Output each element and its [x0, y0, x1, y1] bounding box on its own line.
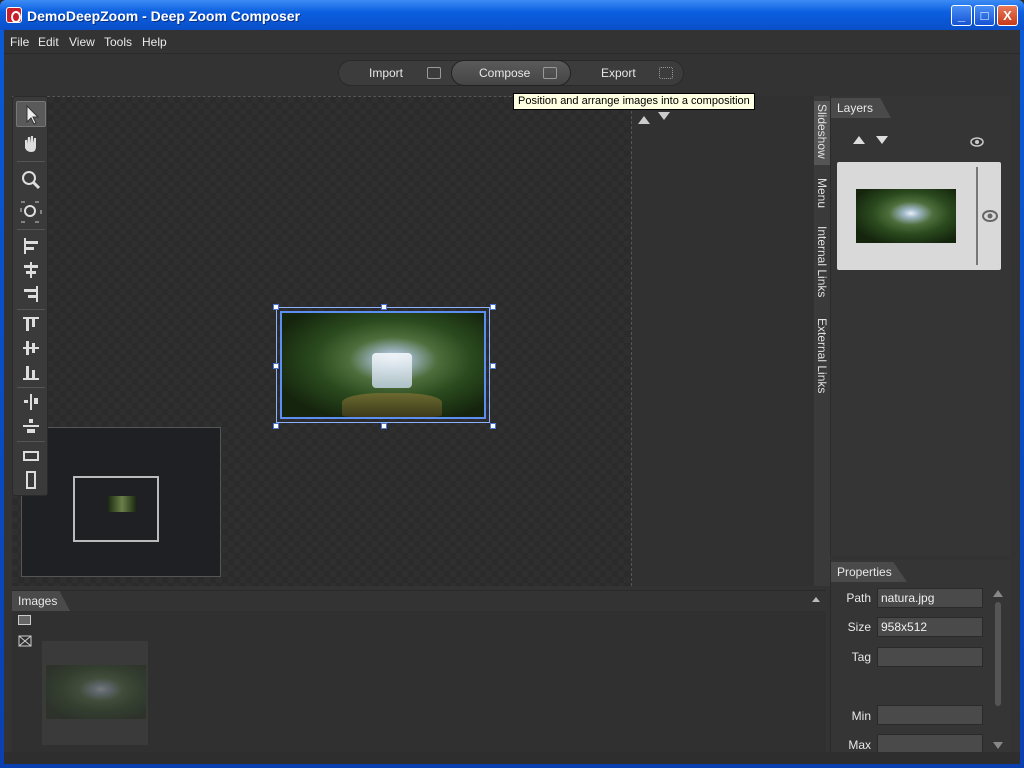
- align-bottom-icon[interactable]: [16, 359, 46, 385]
- size-label: Size: [847, 620, 871, 634]
- layer-up-icon[interactable]: [853, 136, 865, 144]
- resize-handle-n[interactable]: [381, 304, 387, 310]
- client-area: File Edit View Tools Help Import Compose…: [4, 30, 1020, 764]
- resize-handle-w[interactable]: [273, 363, 279, 369]
- app-logo-icon[interactable]: [6, 7, 22, 23]
- tab-internal-links[interactable]: Internal Links: [814, 226, 830, 297]
- size-field[interactable]: 958x512: [877, 617, 983, 637]
- add-image-icon[interactable]: [18, 615, 31, 625]
- layers-tab[interactable]: Layers: [831, 98, 891, 118]
- align-top-icon[interactable]: [16, 311, 46, 337]
- mode-import-button[interactable]: Import: [369, 61, 403, 85]
- max-label: Max: [848, 738, 871, 752]
- tag-field[interactable]: [877, 647, 983, 667]
- zoom-icon[interactable]: [16, 167, 46, 193]
- close-button[interactable]: X: [997, 5, 1018, 26]
- minimize-button[interactable]: _: [951, 5, 972, 26]
- resize-handle-s[interactable]: [381, 423, 387, 429]
- compose-tooltip: Position and arrange images into a compo…: [513, 93, 755, 110]
- images-list[interactable]: [12, 611, 826, 753]
- resize-handle-se[interactable]: [490, 423, 496, 429]
- distribute-horizontal-icon[interactable]: [16, 389, 46, 415]
- tab-slideshow[interactable]: Slideshow: [814, 104, 830, 159]
- navigator-viewport-frame[interactable]: [73, 476, 159, 542]
- layer-down-icon[interactable]: [876, 136, 888, 144]
- export-icon: [659, 67, 673, 79]
- navigator-image-thumbnail: [108, 496, 136, 512]
- images-tab[interactable]: Images: [12, 591, 70, 611]
- resize-width-icon[interactable]: [16, 443, 46, 469]
- align-center-icon[interactable]: [16, 257, 46, 283]
- menu-view[interactable]: View: [69, 35, 95, 49]
- arrow-up-icon[interactable]: [638, 116, 650, 124]
- min-label: Min: [851, 709, 871, 723]
- selected-image[interactable]: [273, 304, 496, 429]
- layer-item[interactable]: [837, 162, 1001, 270]
- resize-height-icon[interactable]: [16, 467, 46, 493]
- maximize-button[interactable]: □: [974, 5, 995, 26]
- mode-export-button[interactable]: Export: [601, 61, 636, 85]
- tab-menu[interactable]: Menu: [814, 178, 830, 208]
- menu-file[interactable]: File: [10, 35, 29, 49]
- max-field[interactable]: [877, 734, 983, 754]
- resize-handle-nw[interactable]: [273, 304, 279, 310]
- navigator-minimap[interactable]: [21, 427, 221, 577]
- tag-label: Tag: [851, 650, 871, 664]
- import-icon: [427, 67, 441, 79]
- menu-bar: File Edit View Tools Help: [4, 30, 1020, 54]
- waterfall-image[interactable]: [280, 311, 486, 419]
- toolbox: [12, 96, 48, 496]
- align-right-icon[interactable]: [16, 281, 46, 307]
- image-thumbnail-item[interactable]: [42, 641, 148, 745]
- distribute-vertical-icon[interactable]: [16, 413, 46, 439]
- window-title: DemoDeepZoom - Deep Zoom Composer: [27, 8, 301, 24]
- layer-visibility-eye-icon[interactable]: [982, 208, 998, 224]
- align-middle-icon[interactable]: [16, 335, 46, 361]
- arrow-down-icon[interactable]: [658, 112, 670, 120]
- compose-hand-icon: [543, 67, 557, 79]
- image-thumbnail: [46, 665, 146, 719]
- properties-tab[interactable]: Properties: [831, 562, 907, 582]
- resize-handle-e[interactable]: [490, 363, 496, 369]
- properties-scrollbar[interactable]: [993, 586, 1003, 752]
- menu-help[interactable]: Help: [142, 35, 167, 49]
- mode-compose-button[interactable]: Compose: [479, 61, 530, 85]
- side-tabs: Slideshow Menu Internal Links External L…: [814, 96, 830, 586]
- collapse-images-icon[interactable]: [812, 597, 820, 602]
- mode-switcher: Import Compose Export: [338, 60, 684, 86]
- menu-tools[interactable]: Tools: [104, 35, 132, 49]
- path-field[interactable]: natura.jpg: [877, 588, 983, 608]
- tab-external-links[interactable]: External Links: [814, 318, 830, 393]
- properties-panel: Properties Path natura.jpg Size 958x512 …: [830, 560, 1010, 754]
- resize-handle-ne[interactable]: [490, 304, 496, 310]
- resize-handle-sw[interactable]: [273, 423, 279, 429]
- hand-pan-icon[interactable]: [16, 131, 46, 157]
- application-window: DemoDeepZoom - Deep Zoom Composer _ □ X …: [0, 0, 1024, 768]
- zoom-fit-icon[interactable]: [16, 199, 46, 225]
- remove-image-icon[interactable]: [18, 635, 32, 647]
- eye-icon[interactable]: [970, 134, 984, 148]
- status-strip: [4, 752, 1020, 764]
- align-left-icon[interactable]: [16, 233, 46, 259]
- title-bar[interactable]: DemoDeepZoom - Deep Zoom Composer _ □ X: [0, 0, 1024, 30]
- canvas-margin-area[interactable]: [632, 96, 814, 586]
- min-field[interactable]: [877, 705, 983, 725]
- images-panel: Images: [12, 590, 826, 753]
- layer-thumbnail: [856, 189, 956, 243]
- layers-panel: Layers: [830, 96, 1010, 556]
- path-label: Path: [846, 591, 871, 605]
- select-arrow-icon[interactable]: [16, 101, 46, 127]
- menu-edit[interactable]: Edit: [38, 35, 59, 49]
